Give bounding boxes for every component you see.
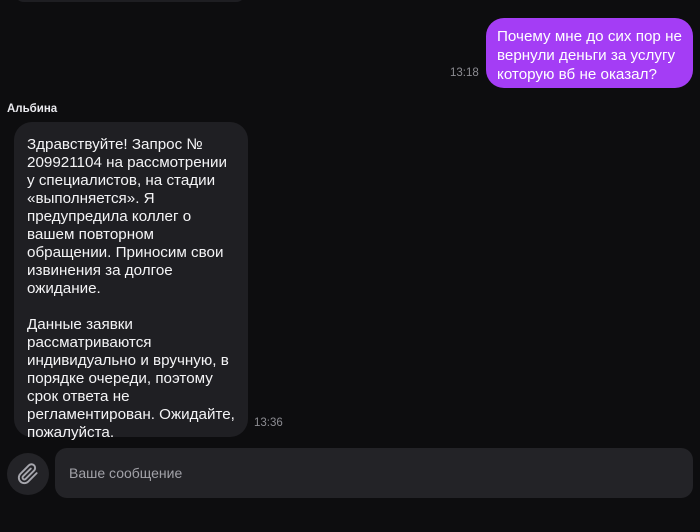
attach-button[interactable] (7, 453, 49, 495)
outgoing-message-text: Почему мне до сих пор не вернули деньги … (497, 28, 682, 83)
paperclip-icon (17, 463, 38, 485)
incoming-message-paragraph: Данные заявки рассматриваются индивидуал… (27, 316, 235, 441)
incoming-message-paragraph: Здравствуйте! Запрос № 209921104 на расс… (27, 136, 228, 297)
outgoing-message-bubble[interactable]: Почему мне до сих пор не вернули деньги … (486, 18, 693, 88)
previous-message-bubble (14, 0, 246, 2)
incoming-message-time: 13:36 (254, 417, 283, 429)
message-composer (0, 446, 700, 532)
message-input[interactable] (55, 448, 693, 498)
incoming-message-bubble[interactable]: Здравствуйте! Запрос № 209921104 на расс… (14, 122, 248, 441)
outgoing-message-time: 13:18 (450, 67, 479, 79)
sender-name: Альбина (7, 103, 58, 115)
